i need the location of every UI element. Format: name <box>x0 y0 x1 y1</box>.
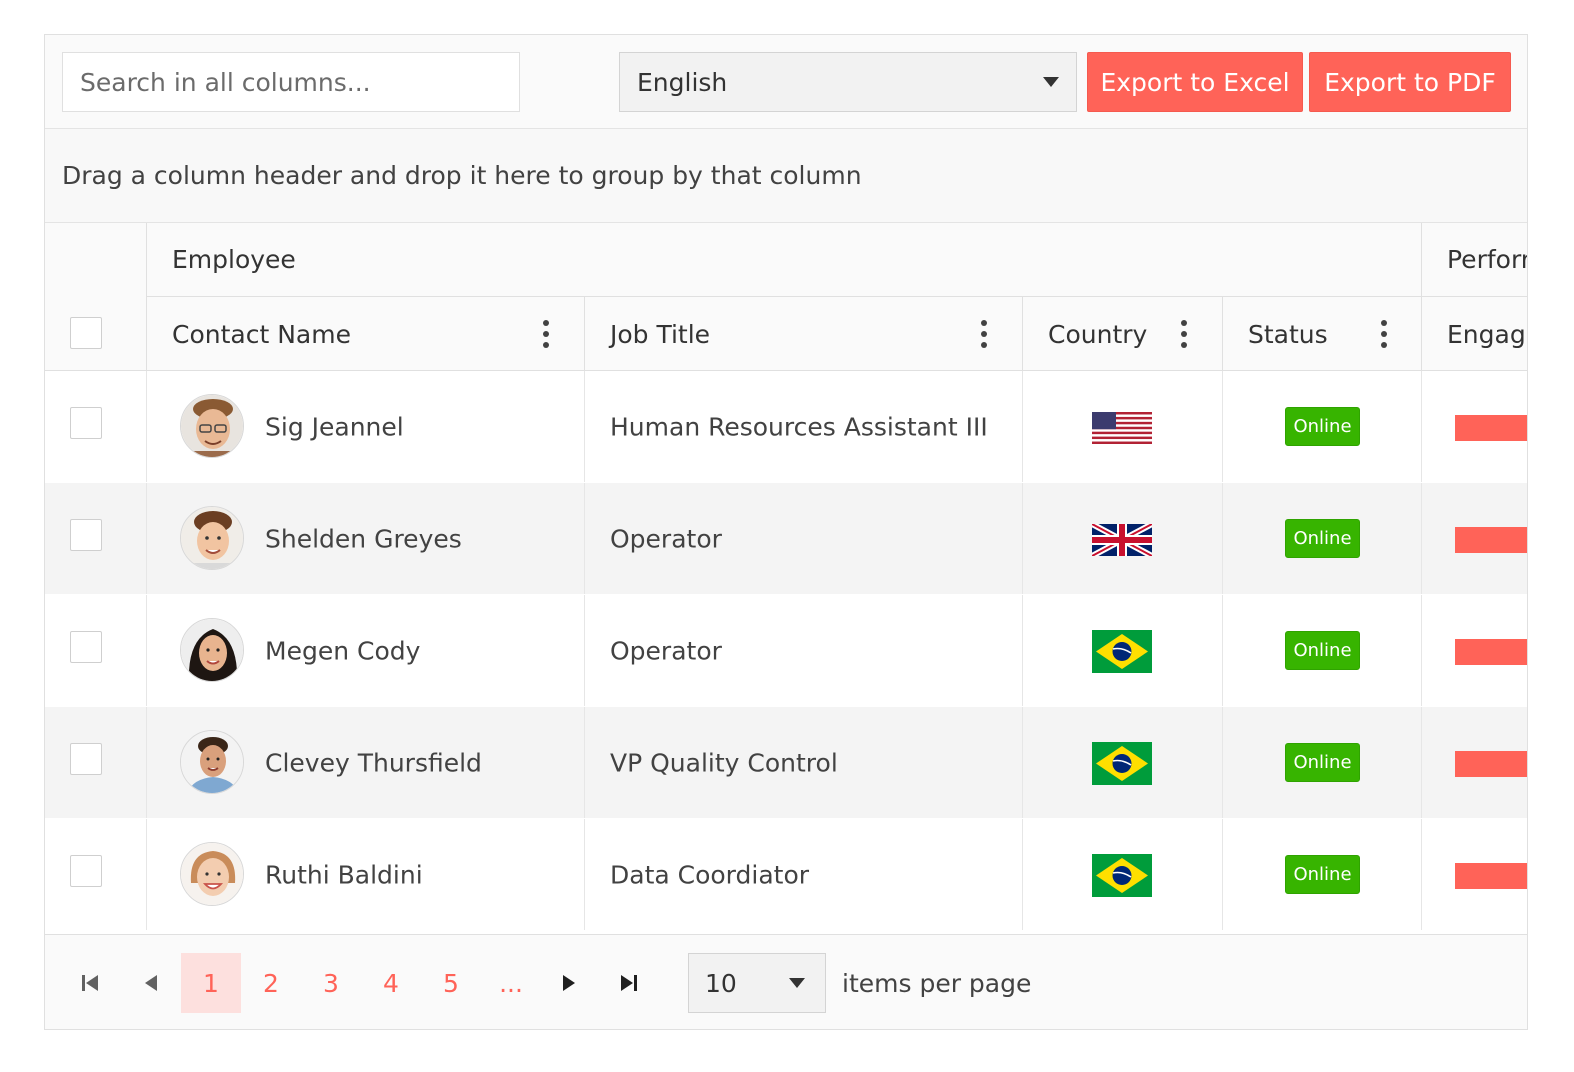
engagement-bar <box>1455 527 1527 553</box>
last-page-icon <box>621 975 637 991</box>
job-title: Operator <box>610 524 722 553</box>
row-select-checkbox[interactable] <box>70 855 102 887</box>
page-1-button[interactable]: 1 <box>181 953 241 1013</box>
last-page-button[interactable] <box>599 953 659 1013</box>
row-select-checkbox[interactable] <box>70 407 102 439</box>
page-size-value: 10 <box>705 968 737 998</box>
page-2-button[interactable]: 2 <box>241 953 301 1013</box>
engagement-bar <box>1455 863 1527 889</box>
more-pages-button[interactable]: ... <box>481 953 541 1013</box>
row-select-checkbox[interactable] <box>70 743 102 775</box>
grid-header: Employee Perform Contact Name Job Title … <box>45 223 1527 371</box>
column-header-engagement-label: Engage <box>1447 319 1527 349</box>
avatar <box>180 506 244 570</box>
status-badge: Online <box>1285 743 1360 782</box>
pager: 1 2 3 4 5 ... 10 items per page <box>45 934 1527 1029</box>
column-header-job-title[interactable]: Job Title <box>584 297 1022 371</box>
us-flag-icon <box>1092 412 1152 444</box>
export-pdf-button[interactable]: Export to PDF <box>1309 52 1511 112</box>
avatar <box>180 394 244 458</box>
column-header-engagement[interactable]: Engage <box>1421 297 1527 371</box>
contact-name: Shelden Greyes <box>265 524 462 553</box>
grid-toolbar: English Export to Excel Export to PDF <box>45 35 1527 129</box>
column-menu-icon[interactable] <box>543 320 549 348</box>
status-badge: Online <box>1285 407 1360 446</box>
page-size-dropdown[interactable]: 10 <box>688 953 826 1013</box>
status-badge: Online <box>1285 855 1360 894</box>
status-badge: Online <box>1285 519 1360 558</box>
page-4-button[interactable]: 4 <box>361 953 421 1013</box>
column-header-country[interactable]: Country <box>1022 297 1222 371</box>
avatar <box>180 842 244 906</box>
page-3-button[interactable]: 3 <box>301 953 361 1013</box>
uk-flag-icon <box>1092 524 1152 556</box>
avatar <box>180 618 244 682</box>
previous-page-icon <box>145 975 157 991</box>
brazil-flag-icon <box>1092 854 1152 897</box>
row-select-checkbox[interactable] <box>70 519 102 551</box>
column-menu-icon[interactable] <box>981 320 987 348</box>
status-badge: Online <box>1285 631 1360 670</box>
data-grid: English Export to Excel Export to PDF Dr… <box>44 34 1528 1030</box>
avatar <box>180 730 244 794</box>
job-title: VP Quality Control <box>610 748 838 777</box>
export-excel-button[interactable]: Export to Excel <box>1087 52 1303 112</box>
contact-name: Ruthi Baldini <box>265 860 423 889</box>
column-header-status[interactable]: Status <box>1222 297 1422 371</box>
column-group-performance-label: Perform <box>1447 245 1527 274</box>
table-row[interactable]: Clevey Thursfield VP Quality Control Onl… <box>45 707 1527 818</box>
caret-down-icon <box>789 978 805 988</box>
grid-body: Sig Jeannel Human Resources Assistant II… <box>45 371 1527 934</box>
page-5-button[interactable]: 5 <box>421 953 481 1013</box>
items-per-page-label: items per page <box>842 969 1032 998</box>
table-row[interactable]: Ruthi Baldini Data Coordiator Online <box>45 819 1527 930</box>
job-title: Data Coordiator <box>610 860 810 889</box>
brazil-flag-icon <box>1092 742 1152 785</box>
brazil-flag-icon <box>1092 630 1152 673</box>
group-by-drop-zone[interactable]: Drag a column header and drop it here to… <box>45 129 1527 223</box>
column-group-employee-label: Employee <box>172 245 296 274</box>
next-page-icon <box>563 975 575 991</box>
engagement-bar <box>1455 639 1527 665</box>
column-menu-icon[interactable] <box>1181 320 1187 348</box>
engagement-bar <box>1455 415 1527 441</box>
select-all-checkbox[interactable] <box>70 317 102 349</box>
column-group-performance: Perform <box>1421 223 1527 296</box>
language-dropdown[interactable]: English <box>619 52 1077 112</box>
column-header-status-label: Status <box>1248 319 1328 349</box>
engagement-bar <box>1455 751 1527 777</box>
column-header-contact-name-label: Contact Name <box>172 319 351 349</box>
first-page-button[interactable] <box>60 953 120 1013</box>
contact-name: Clevey Thursfield <box>265 748 482 777</box>
column-header-job-title-label: Job Title <box>610 319 711 349</box>
group-panel-hint: Drag a column header and drop it here to… <box>62 161 862 190</box>
previous-page-button[interactable] <box>121 953 181 1013</box>
column-header-country-label: Country <box>1048 319 1148 349</box>
language-selected-value: English <box>637 67 728 97</box>
caret-down-icon <box>1043 77 1059 87</box>
row-select-checkbox[interactable] <box>70 631 102 663</box>
job-title: Operator <box>610 636 722 665</box>
table-row[interactable]: Sig Jeannel Human Resources Assistant II… <box>45 371 1527 482</box>
table-row[interactable]: Megen Cody Operator Online <box>45 595 1527 706</box>
table-row[interactable]: Shelden Greyes Operator Online <box>45 483 1527 594</box>
search-input[interactable] <box>62 52 520 112</box>
column-group-employee: Employee <box>146 223 1422 296</box>
column-header-contact-name[interactable]: Contact Name <box>146 297 584 371</box>
first-page-icon <box>82 975 98 991</box>
contact-name: Sig Jeannel <box>265 412 404 441</box>
job-title: Human Resources Assistant III <box>610 412 988 441</box>
column-menu-icon[interactable] <box>1381 320 1387 348</box>
next-page-button[interactable] <box>539 953 599 1013</box>
contact-name: Megen Cody <box>265 636 421 665</box>
